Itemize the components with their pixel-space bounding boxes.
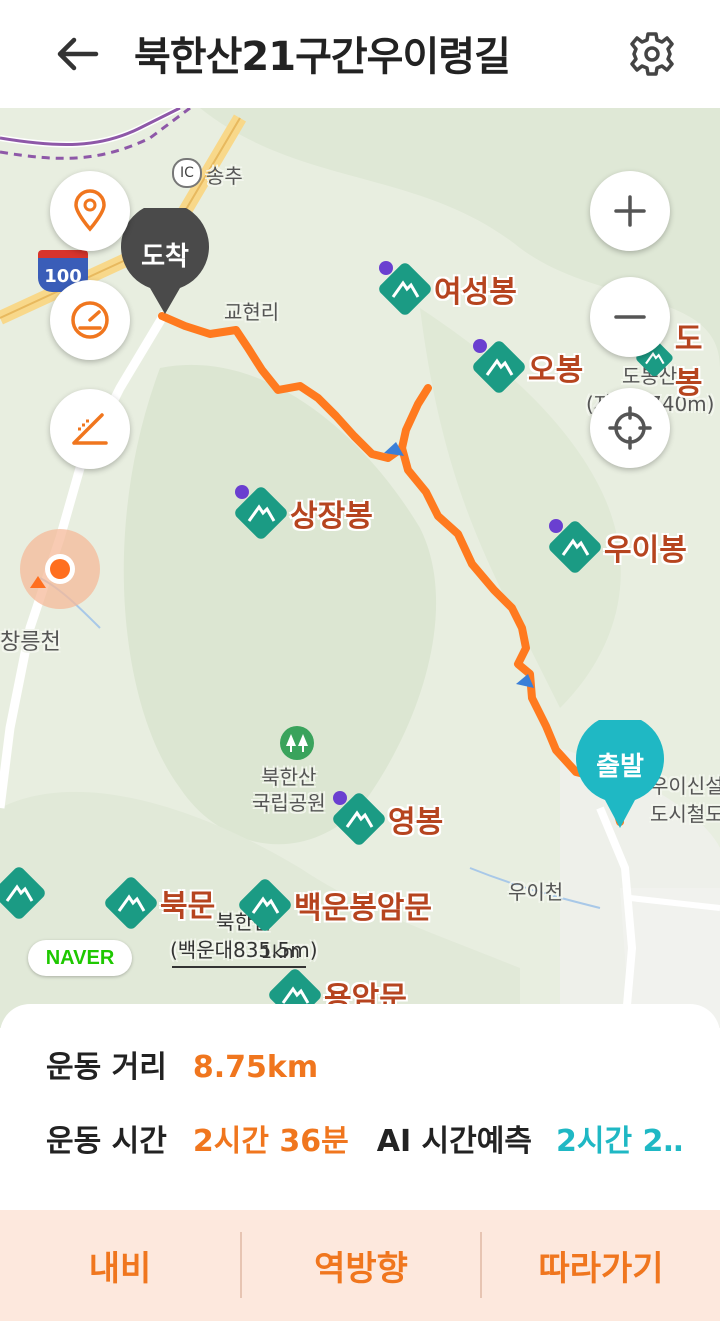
stats-panel: 운동 거리 8.75km 운동 시간 2시간 36분 AI 시간예측 2시간 2… — [0, 1004, 720, 1210]
ai-prediction-label: AI 시간예측 — [376, 1124, 532, 1159]
mountain-icon — [549, 519, 601, 573]
distance-label: 운동 거리 — [46, 1050, 167, 1085]
zoom-out-button[interactable] — [590, 277, 670, 357]
page-title: 북한산21구간우이령길 — [134, 34, 511, 80]
peak-label: 여성봉 — [434, 275, 517, 310]
peak-yeongbong[interactable]: 영봉 — [330, 790, 443, 848]
peak-label: 도봉 — [674, 322, 703, 401]
location-button[interactable] — [50, 171, 130, 251]
peak-obong[interactable]: 오봉 — [470, 338, 583, 396]
slope-icon — [72, 413, 108, 445]
mountain-icon — [239, 879, 291, 931]
recenter-button[interactable] — [590, 388, 670, 468]
place-changneungcheon: 창릉천 — [0, 630, 61, 655]
peak-bukmun[interactable]: 북문 — [102, 874, 215, 932]
peak-uibong[interactable]: 우이봉 — [546, 518, 687, 576]
location-pin-icon — [74, 189, 106, 232]
mountain-icon — [473, 339, 525, 393]
start-label: 출발 — [596, 752, 644, 782]
ai-prediction-value: 2시간 2‥ — [555, 1124, 684, 1159]
distance-value: 8.75km — [192, 1050, 319, 1085]
mountain-icon — [235, 485, 287, 539]
navi-button[interactable]: 내비 — [0, 1210, 240, 1321]
arrival-pin[interactable]: 도착 — [120, 202, 210, 318]
time-value: 2시간 36분 — [192, 1124, 349, 1159]
minus-icon — [614, 315, 646, 319]
time-row: 운동 시간 2시간 36분 AI 시간예측 2시간 2‥ — [46, 1116, 683, 1160]
gear-icon — [630, 32, 674, 76]
follow-button[interactable]: 따라가기 — [482, 1210, 720, 1321]
peak-label: 백운봉암문 — [294, 891, 432, 926]
arrival-label: 도착 — [141, 242, 189, 272]
peak-yeoseongbong[interactable]: 여성봉 — [376, 260, 517, 318]
naver-logo: NAVER — [28, 940, 132, 976]
place-bukhansan-park: 북한산 국립공원 — [252, 765, 326, 815]
place-songchu: 송추 — [206, 164, 243, 188]
reverse-button[interactable]: 역방향 — [242, 1210, 480, 1321]
speedometer-icon — [71, 301, 109, 339]
action-bar: 내비 역방향 따라가기 — [0, 1210, 720, 1321]
slope-button[interactable] — [50, 389, 130, 469]
mountain-icon — [105, 877, 157, 929]
peak-baekunbongammun[interactable]: 백운봉암문 — [236, 876, 432, 934]
map-view[interactable]: IC 송추 100 교현리 창릉천 도봉산 (자운봉740m) 북한산 국립공원… — [0, 108, 720, 1028]
place-uicheon: 우이천 — [508, 880, 564, 904]
back-button[interactable] — [48, 30, 104, 78]
peak-left-edge[interactable] — [0, 864, 48, 922]
start-pin[interactable]: 출발 — [575, 714, 665, 832]
mountain-icon — [379, 261, 431, 315]
place-gyohyeonri: 교현리 — [224, 300, 280, 324]
header-bar: 북한산21구간우이령길 — [0, 0, 720, 108]
plus-icon — [614, 195, 646, 227]
arrow-left-icon — [57, 37, 99, 71]
peak-label: 우이봉 — [604, 533, 687, 568]
peak-label: 오봉 — [528, 353, 584, 388]
peak-label: 영봉 — [388, 805, 444, 840]
mountain-icon — [333, 791, 385, 845]
crosshair-icon — [608, 406, 652, 450]
map-scale: 1km — [172, 942, 306, 968]
peak-label: 북문 — [160, 889, 216, 924]
mountain-icon — [0, 867, 45, 919]
settings-button[interactable] — [626, 28, 678, 80]
park-tree-icon — [280, 726, 314, 760]
ic-badge: IC — [172, 158, 202, 188]
distance-row: 운동 거리 8.75km — [46, 1042, 318, 1086]
time-label: 운동 시간 — [46, 1124, 167, 1159]
zoom-in-button[interactable] — [590, 171, 670, 251]
peak-label: 상장봉 — [290, 499, 373, 534]
speed-button[interactable] — [50, 280, 130, 360]
peak-sangjangbong[interactable]: 상장봉 — [232, 484, 373, 542]
